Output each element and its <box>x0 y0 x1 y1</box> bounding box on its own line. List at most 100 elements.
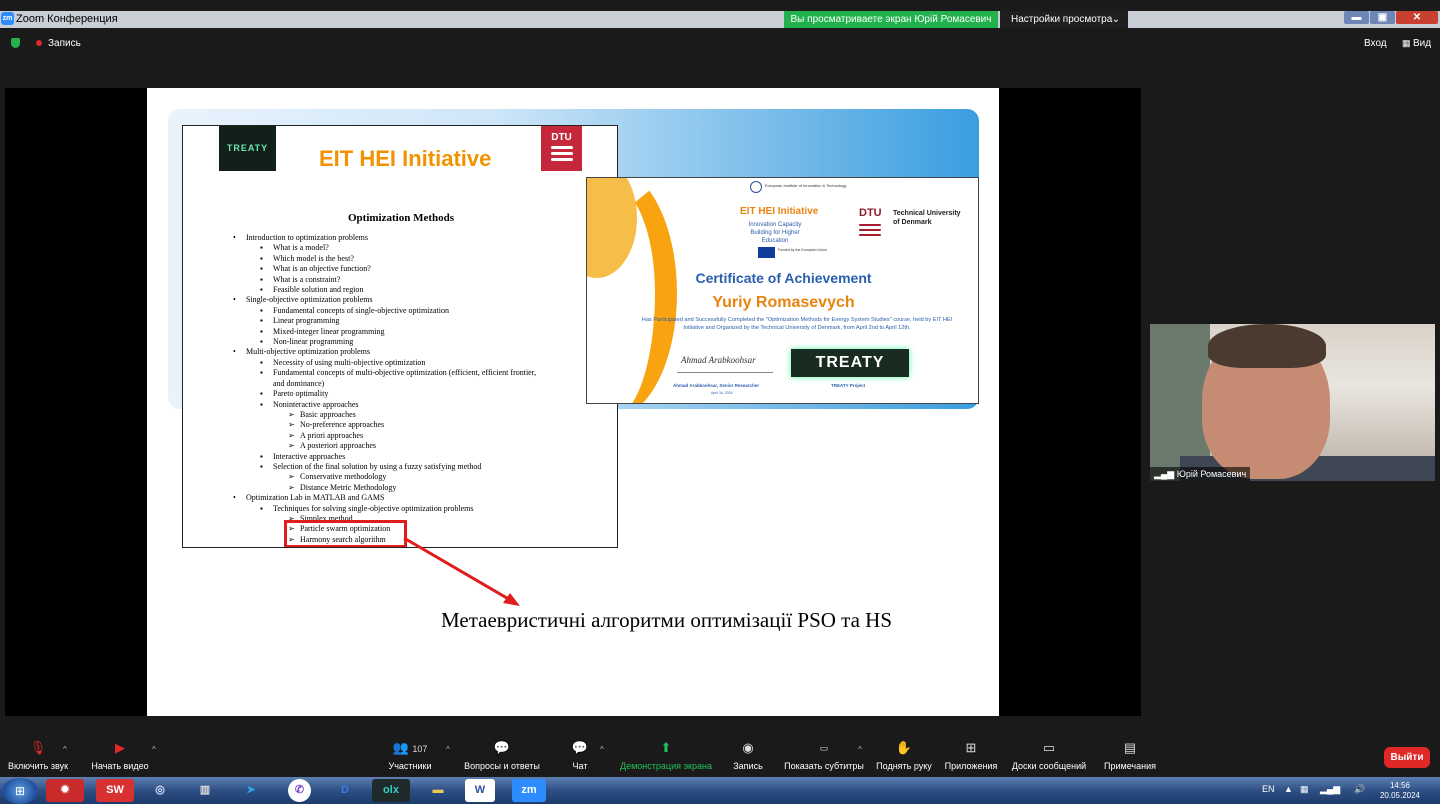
olx-icon[interactable]: olx <box>372 779 410 802</box>
outline-item: Pareto optimality <box>233 389 536 400</box>
apps-button[interactable]: ⊞ Приложения <box>945 740 998 772</box>
outline-item: Mixed-integer linear programming <box>233 327 536 338</box>
clock-time: 14:56 <box>1389 781 1411 790</box>
captions-caret[interactable]: ^ <box>858 745 862 754</box>
record-button[interactable]: ◉ Запись <box>733 741 763 772</box>
outline-item: Feasible solution and region <box>233 285 536 296</box>
participant-name-tag: ▂▄▆ Юрій Ромасевич <box>1150 467 1251 481</box>
outline-item: Fundamental concepts of multi-objective … <box>233 368 536 379</box>
certificate-date: April 16, 2024 <box>711 391 733 395</box>
maximize-button[interactable]: ▣ <box>1370 11 1395 24</box>
chevron-down-icon: ⌄ <box>1111 14 1120 25</box>
certificate-heading: Certificate of Achievement <box>695 270 872 286</box>
app-red-icon[interactable]: ✹ <box>46 779 84 802</box>
camera-off-icon: ▶ <box>115 740 125 755</box>
clock-date: 20.05.2024 <box>1379 791 1421 800</box>
share-screen-button[interactable]: ⬆ Демонстрация экрана <box>620 740 712 772</box>
outline-item: and dominance) <box>273 378 325 388</box>
video-options-caret[interactable]: ^ <box>152 745 156 754</box>
windows-start-icon[interactable]: ⊞ <box>2 778 38 804</box>
participants-button[interactable]: 👥 107 Участники <box>389 740 432 772</box>
minimize-button[interactable]: ▬ <box>1344 11 1369 24</box>
participants-icon: 👥 <box>392 740 409 755</box>
treaty-project-label: TREATY Project <box>831 383 866 388</box>
cert-eit-subtitle: Innovation Capacity Building for Higher … <box>748 222 802 244</box>
cert-university: Technical University of Denmark <box>893 210 961 226</box>
volume-icon[interactable]: 🔊 <box>1354 784 1365 795</box>
certificate-description: Has Participated and Successfully Comple… <box>641 317 953 331</box>
recording-label[interactable]: Запись <box>48 38 81 49</box>
viewing-screen-banner: Вы просматриваете экран Юрій Ромасевич <box>784 11 998 28</box>
zoom-title-bar: zm Zoom Конференция <box>0 11 1440 28</box>
network-icon[interactable]: ▂▄▆ <box>1320 784 1340 795</box>
view-options-label: Настройки просмотра <box>1011 14 1113 25</box>
close-button[interactable]: ✕ <box>1396 11 1438 24</box>
whiteboard-button[interactable]: ▭ Доски сообщений <box>1012 741 1086 772</box>
view-grid-icon: ▦ <box>1402 38 1411 48</box>
outline-item: Single-objective optimization problems <box>233 295 536 306</box>
telegram-icon[interactable]: ➤ <box>232 779 270 802</box>
view-options-button[interactable]: Настройки просмотра ⌄ <box>1000 11 1128 28</box>
share-screen-icon: ⬆ <box>660 740 672 755</box>
leave-button[interactable]: Выйти <box>1384 747 1430 768</box>
chat-button[interactable]: 💬 Чат <box>572 741 588 772</box>
explorer-icon[interactable]: ▬ <box>419 779 457 802</box>
app-circle-icon[interactable]: ◎ <box>141 779 179 802</box>
tray-expand-icon[interactable]: ▲ <box>1284 784 1293 794</box>
windows-taskbar: ⊞ ✹ SW ◎ ▥ ➤ ✆ D olx ▬ W zm EN ▲ ▦ ▂▄▆ 🔊… <box>0 777 1440 804</box>
course-title: Optimization Methods <box>347 212 455 224</box>
enter-button[interactable]: Вход <box>1364 38 1387 49</box>
funded-by-eu: Funded by the European Union <box>778 248 827 252</box>
meeting-toolbar: 🎙 Включить звук ^ ▶ Начать видео ^ 👥 107 Уч… <box>0 735 1440 777</box>
zoom-taskbar-icon[interactable]: zm <box>512 779 546 802</box>
start-video-button[interactable]: ▶ Начать видео <box>91 740 148 772</box>
signal-icon: ▂▄▆ <box>1154 469 1177 479</box>
solidworks-icon[interactable]: SW <box>96 779 134 802</box>
dtu-logo-text: DTU <box>551 132 572 143</box>
outline-item: Introduction to optimization problems <box>233 233 536 244</box>
outline-item: What is a constraint? <box>233 275 536 286</box>
outline-item: Optimization Lab in MATLAB and GAMS <box>233 493 536 504</box>
outline-item: Linear programming <box>233 316 536 327</box>
eit-caption: European Institute of Innovation & Techn… <box>765 183 847 188</box>
course-outline-list: Introduction to optimization problemsWha… <box>233 233 536 546</box>
language-indicator[interactable]: EN <box>1262 784 1275 794</box>
shield-icon[interactable] <box>11 38 20 48</box>
audio-options-caret[interactable]: ^ <box>63 745 67 754</box>
signature-line <box>677 372 773 373</box>
cert-treaty-logo: TREATY <box>791 349 909 377</box>
outline-item: Interactive approaches <box>233 452 536 463</box>
notes-icon: ▤ <box>1123 740 1137 755</box>
app-building-icon[interactable]: ▥ <box>186 779 224 802</box>
word-icon[interactable]: W <box>465 779 495 802</box>
participant-video[interactable]: ▂▄▆ Юрій Ромасевич <box>1150 324 1435 481</box>
notes-button[interactable]: ▤ Примечания <box>1104 740 1156 772</box>
apps-icon: ⊞ <box>965 740 977 755</box>
outline-item: A posteriori approaches <box>233 441 536 452</box>
raise-hand-button[interactable]: ✋ Поднять руку <box>876 741 932 772</box>
chat-caret[interactable]: ^ <box>600 745 604 754</box>
viber-icon[interactable]: ✆ <box>288 779 311 802</box>
certificate-image: European Institute of Innovation & Techn… <box>586 177 979 404</box>
outline-item: Fundamental concepts of single-objective… <box>233 306 536 317</box>
cc-icon: ▭ <box>819 743 829 753</box>
outline-item: Selection of the final solution by using… <box>233 462 536 473</box>
taskbar-clock[interactable]: 14:56 20.05.2024 <box>1372 781 1428 801</box>
tray-apps-icon[interactable]: ▦ <box>1300 784 1309 795</box>
mute-button[interactable]: 🎙 Включить звук <box>8 741 68 772</box>
qa-button[interactable]: 💬 Вопросы и ответы <box>464 741 540 772</box>
outline-item: Multi-objective optimization problems <box>233 347 536 358</box>
participants-caret[interactable]: ^ <box>446 745 450 754</box>
captions-button[interactable]: ▭ Показать субтитры <box>784 741 864 771</box>
outline-item: Distance Metric Methodology <box>233 483 536 494</box>
signature: Ahmad Arabkoohsar <box>681 355 756 365</box>
outline-item: No-preference approaches <box>233 420 536 431</box>
outline-item: What is a model? <box>233 243 536 254</box>
view-button[interactable]: Вид <box>1413 38 1431 49</box>
eit-emblem-icon <box>750 181 762 193</box>
dtu-bars-icon <box>859 224 881 239</box>
certificate-swirl <box>587 178 677 403</box>
app-d-icon[interactable]: D <box>326 779 364 802</box>
window-controls: ▬ ▣ ✕ <box>1344 11 1438 25</box>
outline-item: Noninteractive approaches <box>233 400 536 411</box>
